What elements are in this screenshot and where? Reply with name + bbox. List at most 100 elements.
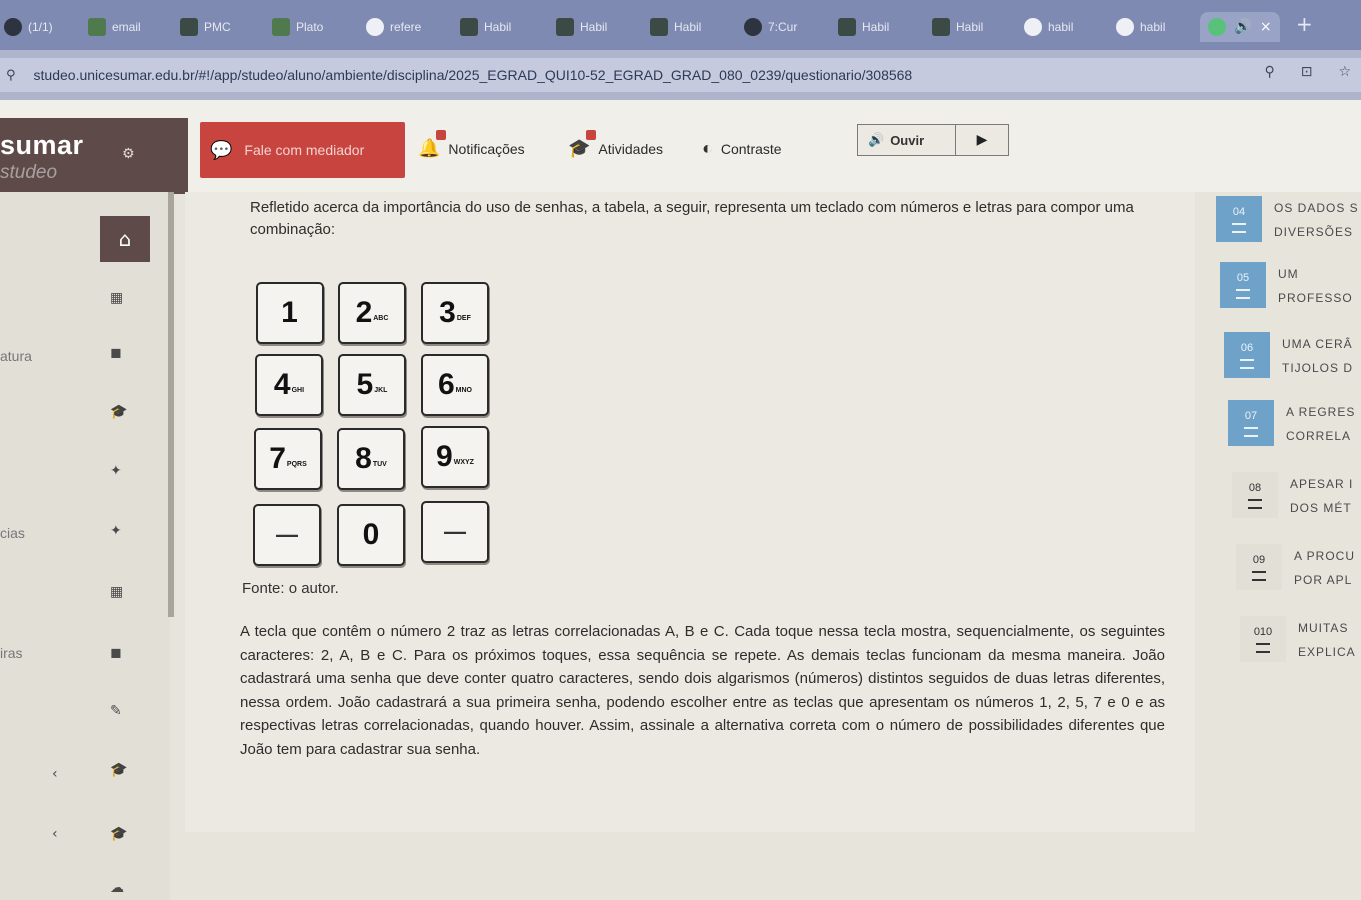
- keypad-key: —: [421, 501, 489, 563]
- key-letters: ABC: [373, 314, 389, 322]
- question-preview: A PROCU POR APL: [1294, 544, 1355, 592]
- tab-label: habil: [1048, 20, 1074, 34]
- preview-line: DOS MÉT: [1290, 501, 1352, 515]
- chat-bubble-icon: 💬: [210, 139, 233, 161]
- browser-tab[interactable]: email: [88, 14, 141, 40]
- settings-icon[interactable]: ⚙: [122, 146, 135, 162]
- notification-badge: [436, 130, 447, 140]
- tab-label: (1/1): [28, 20, 53, 34]
- preview-line: TIJOLOS D: [1282, 361, 1354, 375]
- question-list-item[interactable]: 06 UMA CERÂ TIJOLOS D: [1224, 332, 1353, 380]
- browser-tab[interactable]: Habil: [650, 14, 701, 40]
- browser-tab[interactable]: habil: [1116, 14, 1165, 40]
- key-letters: DEF: [456, 314, 471, 322]
- tab-label: habil: [1140, 20, 1166, 34]
- talk-to-mediator-button[interactable]: 💬 Fale com mediador: [200, 122, 405, 178]
- tab-label: PMC: [204, 20, 231, 34]
- active-browser-tab[interactable]: 🔊 ×: [1200, 12, 1280, 42]
- pin-icon[interactable]: ✦: [110, 523, 122, 539]
- pencil-icon[interactable]: ✎: [110, 703, 122, 719]
- play-button[interactable]: ▶: [955, 125, 1008, 155]
- cloud-icon[interactable]: ☁: [110, 880, 124, 896]
- browser-tab[interactable]: Plato: [272, 14, 323, 40]
- question-preview: A REGRES CORRELA: [1286, 400, 1355, 448]
- browser-tab[interactable]: 7:Cur: [744, 14, 797, 40]
- question-list-item[interactable]: 07 A REGRES CORRELA: [1228, 400, 1355, 448]
- graduation-cap-icon[interactable]: 🎓: [110, 826, 127, 842]
- extension-icon[interactable]: ⊡: [1301, 64, 1313, 80]
- tab-favicon-icon: [88, 18, 106, 36]
- contrast-toggle[interactable]: ◐ Contraste: [702, 138, 782, 159]
- tab-favicon-icon: [838, 18, 856, 36]
- keypad-key: 0: [337, 504, 405, 566]
- browser-tab[interactable]: (1/1): [4, 14, 53, 40]
- question-list-item[interactable]: 08 APESAR I DOS MÉT: [1232, 472, 1353, 520]
- graduation-cap-icon[interactable]: 🎓: [110, 762, 127, 778]
- question-number: 06: [1240, 341, 1254, 354]
- brand-name: sumar: [0, 130, 84, 160]
- listen-label: Ouvir: [890, 132, 925, 148]
- question-list-item[interactable]: 09 A PROCU POR APL: [1236, 544, 1355, 592]
- preview-line: EXPLICA: [1298, 645, 1356, 659]
- browser-tab[interactable]: Habil: [838, 14, 889, 40]
- question-number: 07: [1244, 409, 1258, 422]
- tab-favicon-icon: [556, 18, 574, 36]
- browser-tab[interactable]: refere: [366, 14, 421, 40]
- browser-tab[interactable]: Habil: [932, 14, 983, 40]
- pin-icon[interactable]: ✦: [110, 463, 122, 479]
- listen-button[interactable]: 🔊 Ouvir: [858, 132, 955, 148]
- question-list-item[interactable]: 05 UM PROFESSO: [1220, 262, 1353, 310]
- calendar-icon[interactable]: ▦: [110, 584, 123, 600]
- graduation-cap-icon: 🎓: [568, 130, 597, 159]
- browser-tab[interactable]: Habil: [460, 14, 511, 40]
- list-icon: [1244, 426, 1258, 437]
- tab-favicon-icon: [650, 18, 668, 36]
- home-button[interactable]: ⌂: [100, 216, 150, 262]
- key-number: 1: [281, 296, 298, 329]
- key-letters: WXYZ: [453, 458, 474, 466]
- notifications-link[interactable]: 🔔 Notificações: [418, 130, 525, 159]
- graduation-cap-icon[interactable]: 🎓: [110, 404, 127, 420]
- keypad-key: —: [253, 504, 321, 566]
- keypad-key: 4 GHI: [255, 354, 323, 416]
- browser-tab[interactable]: Habil: [556, 14, 607, 40]
- sidebar-label[interactable]: atura: [0, 348, 32, 364]
- preview-line: APESAR I: [1290, 477, 1354, 491]
- sidebar-label[interactable]: cias: [0, 525, 25, 541]
- preview-line: POR APL: [1294, 573, 1353, 587]
- key-number: 9: [436, 440, 453, 473]
- keypad-key: 7 PQRS: [254, 428, 322, 490]
- bookmark-star-icon[interactable]: ☆: [1338, 64, 1351, 80]
- activities-link[interactable]: 🎓 Atividades: [568, 130, 663, 159]
- brand-logo[interactable]: sumar studeo ⚙: [0, 118, 188, 194]
- briefcase-icon[interactable]: ◼: [110, 645, 122, 661]
- location-pin-icon[interactable]: ⚲: [1264, 64, 1274, 80]
- tab-label: Habil: [862, 20, 890, 34]
- keypad-key: 5 JKL: [338, 354, 406, 416]
- chevron-left-icon[interactable]: ‹: [52, 826, 58, 842]
- address-bar-area: ⚲ studeo.unicesumar.edu.br/#!/app/studeo…: [0, 50, 1361, 100]
- preview-line: CORRELA: [1286, 429, 1352, 443]
- close-tab-button[interactable]: ×: [1260, 19, 1272, 35]
- calendar-icon[interactable]: ▦: [110, 290, 123, 306]
- keypad-key: 3 DEF: [421, 282, 489, 344]
- speaker-icon[interactable]: 🔊: [1234, 19, 1251, 35]
- key-number: 2: [355, 296, 373, 329]
- tab-favicon-icon: [460, 18, 478, 36]
- tab-favicon-icon: [366, 18, 384, 36]
- site-info-icon[interactable]: ⚲: [6, 68, 16, 83]
- question-preview: UM PROFESSO: [1278, 262, 1353, 310]
- new-tab-button[interactable]: +: [1296, 12, 1313, 36]
- chevron-left-icon[interactable]: ‹: [52, 766, 58, 782]
- url-text[interactable]: studeo.unicesumar.edu.br/#!/app/studeo/a…: [34, 67, 913, 83]
- question-number: 09: [1252, 553, 1266, 566]
- question-list-item[interactable]: 010 MUITAS EXPLICA: [1240, 616, 1356, 664]
- key-letters: MNO: [455, 386, 473, 394]
- address-bar[interactable]: ⚲ studeo.unicesumar.edu.br/#!/app/studeo…: [0, 58, 1361, 92]
- app-header: sumar studeo ⚙ 💬 Fale com mediador 🔔 Not…: [0, 100, 1361, 194]
- question-list-item[interactable]: 04 OS DADOS S DIVERSÕES: [1216, 196, 1359, 244]
- book-icon[interactable]: ◼: [110, 345, 122, 361]
- browser-tab[interactable]: PMC: [180, 14, 231, 40]
- browser-tab[interactable]: habil: [1024, 14, 1073, 40]
- sidebar-label[interactable]: iras: [0, 645, 23, 661]
